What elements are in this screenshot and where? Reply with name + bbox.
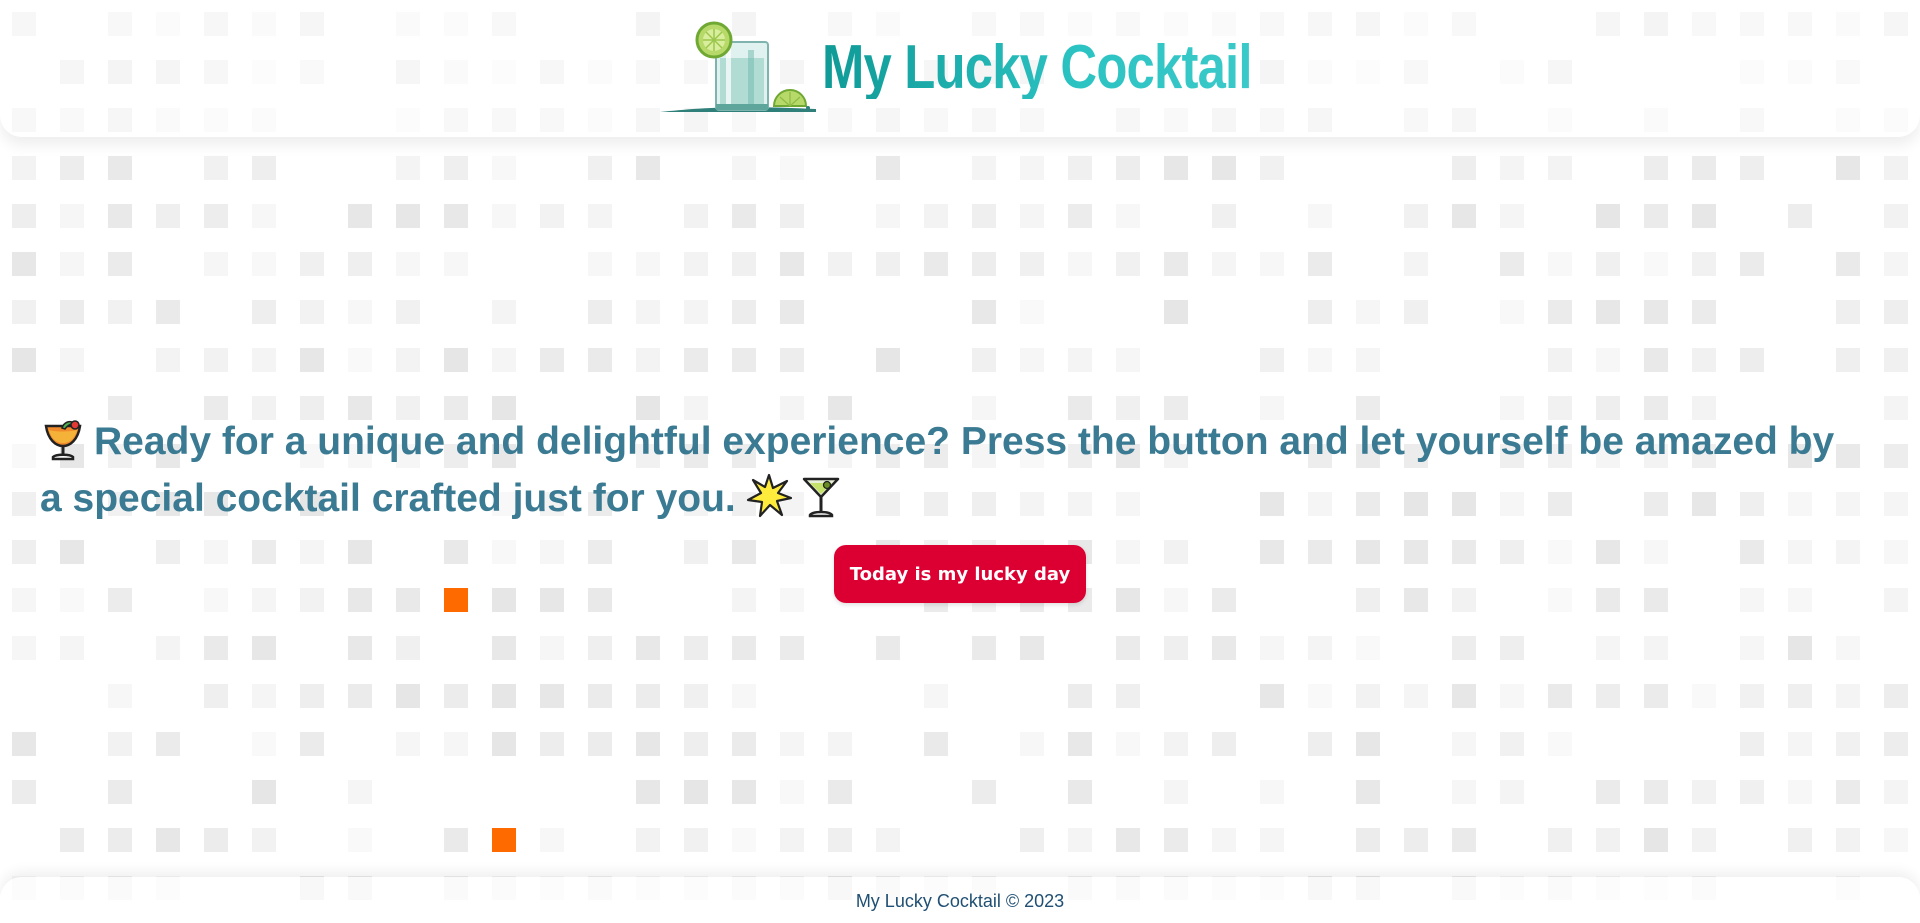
brand[interactable]: My Lucky Cocktail bbox=[658, 20, 1346, 115]
tropical-drink-icon bbox=[40, 416, 86, 462]
cocktail-glass-icon bbox=[798, 473, 844, 519]
copyright-text: My Lucky Cocktail © 2023 bbox=[855, 891, 1065, 911]
sparkle-star-icon bbox=[746, 473, 792, 519]
page: My Lucky Cocktail Ready for a unique and… bbox=[0, 0, 1920, 923]
site-title: My Lucky Cocktail bbox=[822, 32, 1252, 102]
lucky-day-button[interactable]: Today is my lucky day bbox=[834, 545, 1086, 603]
intro-message: Ready for a unique and delightful experi… bbox=[40, 413, 1840, 527]
cocktail-logo-icon bbox=[660, 21, 816, 112]
site-header: My Lucky Cocktail bbox=[0, 0, 1920, 137]
main-content: Ready for a unique and delightful experi… bbox=[0, 137, 1920, 877]
intro-message-text: Ready for a unique and delightful experi… bbox=[40, 420, 1835, 520]
site-footer: My Lucky Cocktail © 2023 bbox=[0, 877, 1920, 923]
